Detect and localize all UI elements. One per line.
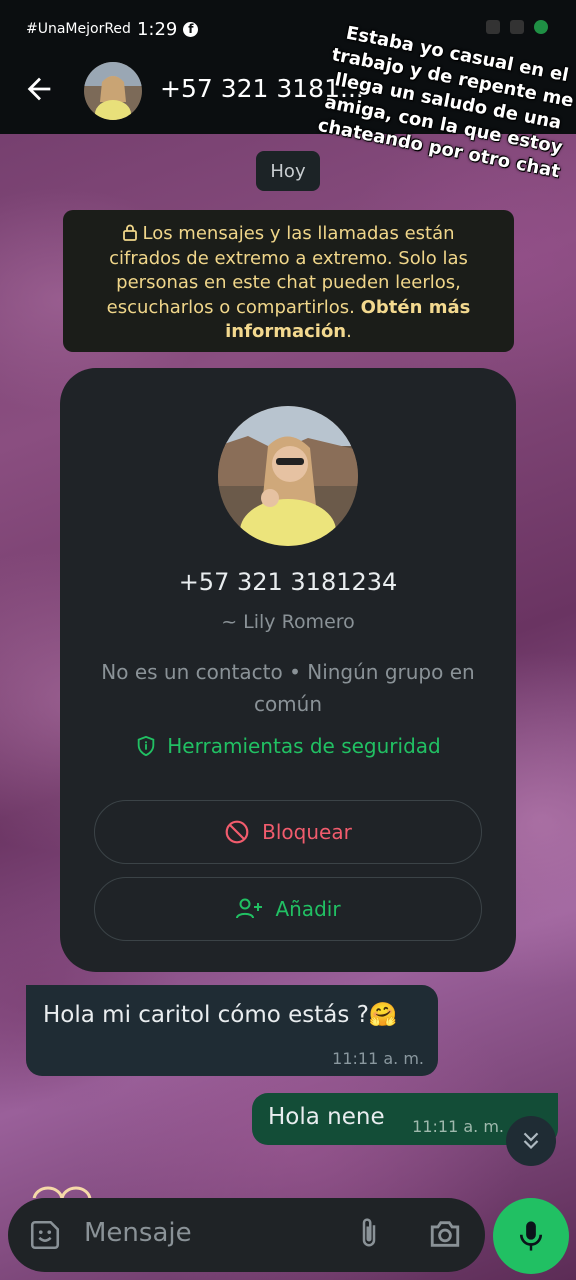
add-label: Añadir (275, 897, 341, 921)
profile-phone: +57 321 3181234 (178, 568, 398, 596)
contact-avatar[interactable] (84, 62, 142, 120)
security-tools-label: Herramientas de seguridad (167, 734, 441, 758)
date-chip: Hoy (256, 151, 320, 191)
status-indicators (486, 20, 548, 34)
security-tools-link[interactable]: Herramientas de seguridad (60, 734, 516, 758)
lock-icon (123, 224, 138, 241)
add-contact-button[interactable]: Añadir (94, 877, 482, 941)
message-time: 11:11 a. m. (412, 1117, 504, 1136)
message-text: Hola mi caritol cómo estás ?🤗 (43, 1002, 398, 1028)
block-label: Bloquear (262, 820, 352, 844)
profile-photo[interactable] (218, 406, 358, 546)
shield-icon (138, 735, 155, 757)
double-chevron-down-icon (523, 1132, 539, 1150)
status-time: 1:29 (136, 18, 178, 40)
signal-icon (486, 20, 500, 34)
message-incoming[interactable]: Hola mi caritol cómo estás ?🤗 11:11 a. m… (26, 985, 438, 1076)
camera-icon (430, 1221, 460, 1247)
message-text: Hola nene (268, 1104, 385, 1130)
microphone-icon (519, 1221, 543, 1251)
message-input[interactable]: Mensaje (84, 1218, 192, 1248)
profile-name: ~ Lily Romero (221, 611, 355, 633)
encryption-suffix: . (346, 321, 352, 342)
paperclip-icon (362, 1218, 376, 1247)
message-time: 11:11 a. m. (332, 1049, 424, 1068)
scroll-to-bottom-button[interactable] (506, 1116, 556, 1166)
sticker-preview (30, 1180, 94, 1198)
add-person-icon (236, 898, 263, 919)
sticker-icon (30, 1220, 60, 1250)
encryption-notice[interactable]: Los mensajes y las llamadas están cifrad… (63, 210, 514, 352)
message-composer: Mensaje (8, 1198, 485, 1272)
arrow-left-icon (27, 77, 51, 101)
status-bar: #UnaMejorRed 1:29 f (26, 18, 199, 40)
back-button[interactable] (22, 72, 56, 106)
battery-icon (534, 20, 548, 34)
profile-info: No es un contacto • Ningún grupo en comú… (101, 660, 475, 716)
emoji-sticker-button[interactable] (28, 1218, 62, 1256)
camera-button[interactable] (428, 1218, 462, 1254)
facebook-icon: f (183, 21, 199, 37)
attach-button[interactable] (354, 1216, 384, 1256)
block-icon (225, 820, 249, 844)
voice-message-button[interactable] (493, 1198, 569, 1274)
block-button[interactable]: Bloquear (94, 800, 482, 864)
contact-info-card: +57 321 3181234 ~ Lily Romero No es un c… (60, 368, 516, 972)
carrier-tag: #UnaMejorRed (26, 21, 131, 37)
wifi-icon (510, 20, 524, 34)
